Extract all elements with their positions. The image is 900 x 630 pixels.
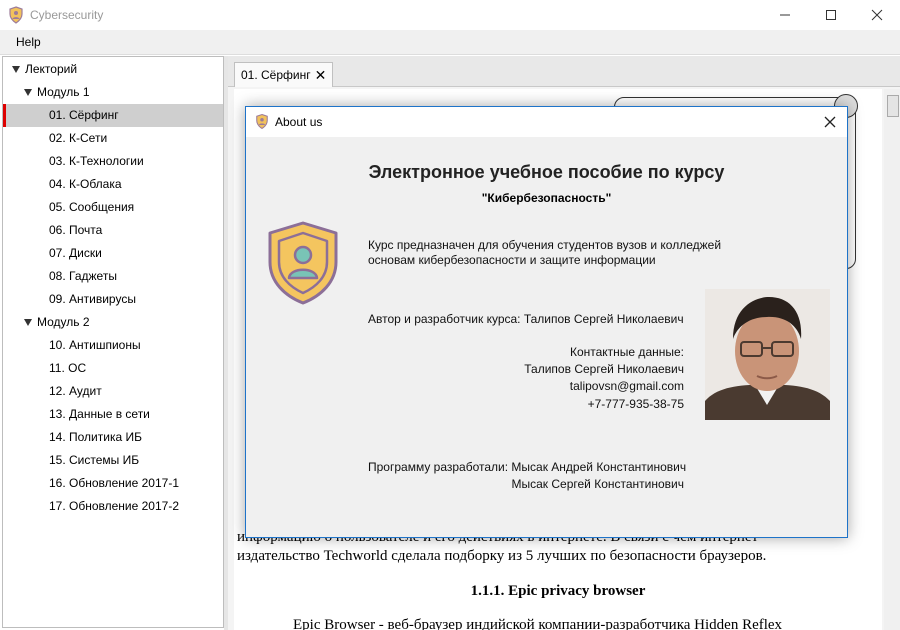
tree-item-label: 14. Политика ИБ	[49, 430, 142, 444]
tree-item-lesson-08[interactable]: 08. Гаджеты	[3, 265, 223, 288]
scrollbar-thumb[interactable]	[887, 95, 899, 117]
tree-item-lesson-14[interactable]: 14. Политика ИБ	[3, 426, 223, 449]
contact-name: Талипов Сергей Николаевич	[524, 362, 684, 376]
tree-item-lesson-11[interactable]: 11. ОС	[3, 357, 223, 380]
author-photo	[705, 289, 830, 420]
course-description: основам кибербезопасности и защите инфор…	[368, 253, 656, 267]
contact-email[interactable]: talipovsn@gmail.com	[570, 379, 684, 393]
course-description: Курс предназначен для обучения студентов…	[368, 238, 722, 252]
tree-item-lesson-15[interactable]: 15. Системы ИБ	[3, 449, 223, 472]
dialog-title: About us	[275, 115, 323, 129]
tree-item-lesson-05[interactable]: 05. Сообщения	[3, 196, 223, 219]
developers: Программу разработали: Мысак Андрей Конс…	[368, 460, 687, 474]
dialog-titlebar: About us	[246, 107, 847, 137]
close-icon	[871, 9, 883, 21]
tree-item-lesson-02[interactable]: 02. К-Сети	[3, 127, 223, 150]
tree-item-lesson-07[interactable]: 07. Диски	[3, 242, 223, 265]
dialog-heading: Электронное учебное пособие по курсу	[368, 162, 725, 182]
tree-item-lesson-17[interactable]: 17. Обновление 2017-2	[3, 495, 223, 518]
minimize-icon	[780, 14, 790, 16]
about-dialog: About us Электронное учебное пособие по …	[245, 106, 848, 538]
shield-app-icon	[9, 6, 23, 24]
expand-arrow-icon[interactable]	[24, 89, 32, 96]
document-line: Epic Browser - веб-браузер индийской ком…	[293, 617, 783, 630]
tree-item-label: 02. К-Сети	[49, 131, 108, 145]
document-section-heading: 1.1.1. Epic privacy browser	[470, 583, 646, 599]
tree-item-lesson-13[interactable]: 13. Данные в сети	[3, 403, 223, 426]
expand-arrow-icon[interactable]	[24, 319, 32, 326]
shield-app-icon	[256, 113, 268, 130]
developers: Мысак Сергей Константинович	[511, 477, 685, 491]
close-window-button[interactable]	[854, 0, 900, 30]
tree-item-label: Модуль 2	[37, 315, 90, 329]
tree-item-label: 05. Сообщения	[49, 200, 135, 214]
window-titlebar: Cybersecurity	[0, 0, 900, 30]
minimize-button[interactable]	[762, 0, 808, 30]
dialog-subheading: "Кибербезопасность"	[481, 191, 612, 205]
tree-item-lesson-03[interactable]: 03. К-Технологии	[3, 150, 223, 173]
tab-lesson-01[interactable]: 01. Сёрфинг ✕	[234, 62, 334, 87]
document-line: издательство Techworld сделала подборку …	[237, 548, 767, 564]
tree-item-label: 12. Аудит	[49, 384, 102, 398]
tree-item-label: 13. Данные в сети	[49, 407, 150, 421]
tree-item-lesson-06[interactable]: 06. Почта	[3, 219, 223, 242]
lecture-tree[interactable]: Лекторий Модуль 1 01. Сёрфинг 02. К-Сети…	[2, 56, 224, 628]
contact-phone: +7-777-935-38-75	[587, 397, 684, 411]
tree-item-label: 09. Антивирусы	[49, 292, 136, 306]
tab-close-icon[interactable]: ✕	[315, 68, 327, 82]
tree-item-label: 15. Системы ИБ	[49, 453, 140, 467]
tree-item-lesson-01[interactable]: 01. Сёрфинг	[3, 104, 223, 127]
tree-item-lectorium[interactable]: Лекторий	[3, 58, 223, 81]
tree-item-lesson-09[interactable]: 09. Антивирусы	[3, 288, 223, 311]
tree-item-label: 08. Гаджеты	[49, 269, 117, 283]
tree-item-label: 11. ОС	[49, 361, 87, 375]
tree-item-label: 17. Обновление 2017-2	[49, 499, 180, 513]
course-author: Автор и разработчик курса: Талипов Серге…	[368, 312, 684, 326]
tree-item-lesson-10[interactable]: 10. Антишпионы	[3, 334, 223, 357]
expand-arrow-icon[interactable]	[12, 66, 20, 73]
tree-item-label: 16. Обновление 2017-1	[49, 476, 180, 490]
tree-item-module-1[interactable]: Модуль 1	[3, 81, 223, 104]
tree-item-label: 06. Почта	[49, 223, 103, 237]
tree-item-label: 10. Антишпионы	[49, 338, 141, 352]
tree-item-module-2[interactable]: Модуль 2	[3, 311, 223, 334]
tree-item-lesson-04[interactable]: 04. К-Облака	[3, 173, 223, 196]
tree-item-label: 03. К-Технологии	[49, 154, 144, 168]
menu-bar: Help	[0, 30, 900, 55]
menu-help[interactable]: Help	[16, 35, 41, 49]
tree-item-label: 04. К-Облака	[49, 177, 122, 191]
tree-item-label: Модуль 1	[37, 85, 90, 99]
tree-item-label: 07. Диски	[49, 246, 102, 260]
close-icon[interactable]	[821, 113, 839, 131]
tree-item-label: 01. Сёрфинг	[49, 108, 119, 122]
contacts-label: Контактные данные:	[569, 345, 684, 359]
window-title: Cybersecurity	[30, 8, 104, 22]
tree-item-label: Лекторий	[25, 62, 78, 76]
document-scrollbar[interactable]	[884, 89, 900, 630]
maximize-icon	[826, 10, 836, 20]
maximize-button[interactable]	[808, 0, 854, 30]
tree-item-lesson-16[interactable]: 16. Обновление 2017-1	[3, 472, 223, 495]
tree-item-lesson-12[interactable]: 12. Аудит	[3, 380, 223, 403]
security-user-shield-icon	[268, 221, 338, 305]
tab-label: 01. Сёрфинг	[241, 68, 311, 82]
tab-bar: 01. Сёрфинг ✕	[228, 56, 900, 87]
